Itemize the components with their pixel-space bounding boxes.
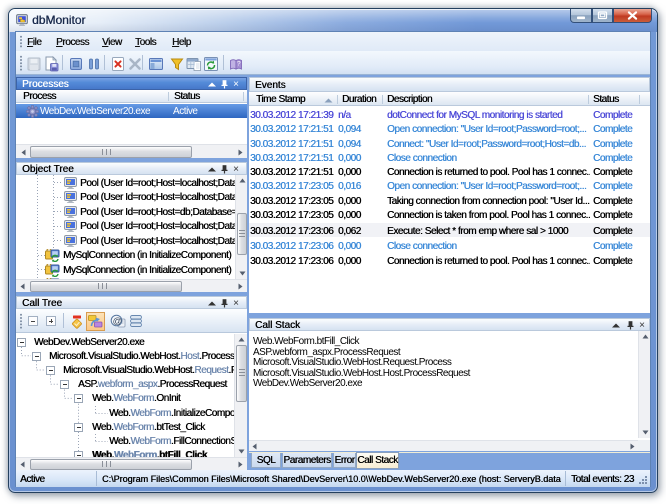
svg-text:?: ? (237, 61, 241, 68)
svg-text:@: @ (113, 316, 123, 327)
